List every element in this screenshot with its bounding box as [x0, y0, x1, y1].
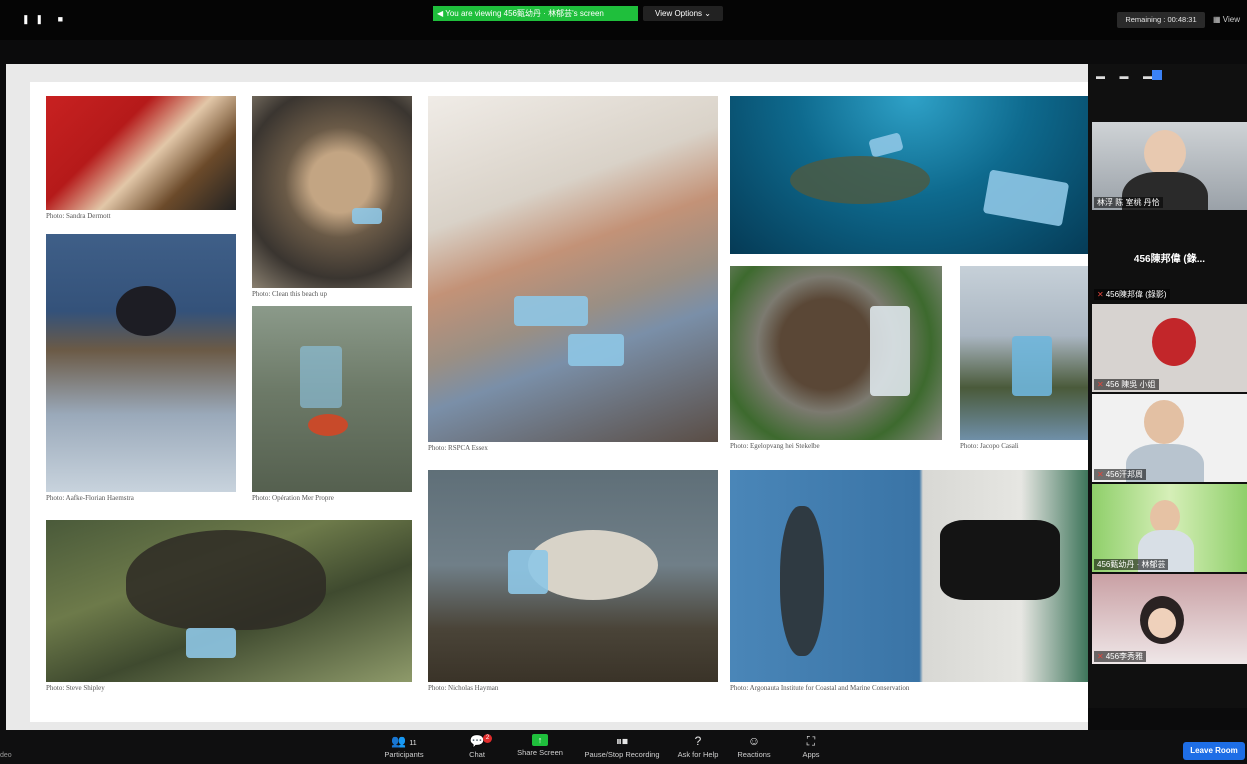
- help-icon: ?: [694, 734, 702, 748]
- video-tile[interactable]: 456甄幼丹 · 林郁芸: [1092, 484, 1247, 572]
- chat-button[interactable]: 💬 2 Chat: [462, 734, 492, 759]
- participant-name: 456甄幼丹 · 林郁芸: [1094, 559, 1169, 570]
- view-button[interactable]: ▦ View: [1213, 12, 1240, 28]
- view-options-button[interactable]: View Options ⌄: [643, 6, 723, 21]
- video-tile[interactable]: 456陳邦偉 (錄... ✕ 456陳邦偉 (錄影): [1092, 212, 1247, 302]
- caption: Photo: RSPCA Essex: [428, 444, 488, 452]
- pause-stop-recording-button[interactable]: ⏸⏹ Pause/Stop Recording: [578, 734, 666, 759]
- photo-duck-mask: [960, 266, 1094, 440]
- chat-badge: 2: [483, 734, 492, 743]
- leave-room-button[interactable]: Leave Room: [1183, 742, 1245, 760]
- caption: Photo: Opération Mer Propre: [252, 494, 334, 502]
- pause-share-icon[interactable]: ❚❚ ■: [22, 14, 69, 25]
- reactions-icon: ☺: [747, 734, 761, 748]
- photo-penguin-and-mask: [730, 470, 1094, 682]
- grid-view-icon[interactable]: [1152, 70, 1162, 80]
- participants-button[interactable]: 👥 11 Participants: [380, 734, 428, 759]
- photo-gull-held: [428, 96, 718, 442]
- video-label-fragment: deo: [0, 752, 12, 759]
- caption: Photo: Aafke-Florian Haemstra: [46, 494, 134, 502]
- photo-falcon-mask: [46, 520, 412, 682]
- caption: Photo: Clean this beach up: [252, 290, 328, 298]
- participant-name: ✕ 456汗邦周: [1094, 469, 1147, 480]
- caption: Photo: Sandra Dermott: [46, 212, 111, 220]
- caption: Photo: Steve Shipley: [46, 684, 105, 692]
- remaining-time: Remaining : 00:48:31: [1117, 12, 1205, 28]
- photo-gull-shore-mask: [428, 470, 718, 682]
- participant-gallery: ▬ ▬ ▬ 林浮 陈 室桃 丹恰 456陳邦偉 (錄... ✕ 456陳邦偉 (錄…: [1088, 64, 1247, 708]
- photo-crab-in-glove: [252, 306, 412, 492]
- photo-sea-turtle-masks: [730, 96, 1094, 254]
- slide: Photo: Sandra Dermott Photo: Clean this …: [30, 82, 1094, 722]
- top-bar: ❚❚ ■ ◀ You are viewing 456甄幼丹 · 林郁芸's sc…: [0, 0, 1247, 40]
- participants-icon: 👥 11: [391, 734, 417, 748]
- gallery-controls[interactable]: ▬ ▬ ▬: [1096, 71, 1158, 81]
- participant-name: 林浮 陈 室桃 丹恰: [1094, 197, 1163, 208]
- shared-screen: Photo: Sandra Dermott Photo: Clean this …: [6, 64, 1094, 730]
- apps-button[interactable]: ⛶ Apps: [798, 734, 824, 759]
- video-tile[interactable]: ✕ 456李秀雅: [1092, 574, 1247, 664]
- caption: Photo: Jacopo Casali: [960, 442, 1019, 450]
- photo-frog-with-mask: [252, 96, 412, 288]
- photo-bird-in-hands: [46, 96, 236, 210]
- photo-nest-with-mask: [46, 234, 236, 492]
- caption: Photo: Egelopvang hei Stekelbe: [730, 442, 820, 450]
- video-tile[interactable]: ✕ 456汗邦周: [1092, 394, 1247, 482]
- participant-name: ✕ 456李秀雅: [1094, 651, 1147, 662]
- caption: Photo: Argonauta Institute for Coastal a…: [730, 684, 910, 692]
- viewing-banner: ◀ You are viewing 456甄幼丹 · 林郁芸's screen: [433, 6, 638, 21]
- participant-name-large: 456陳邦偉 (錄...: [1133, 254, 1206, 265]
- video-tile[interactable]: 林浮 陈 室桃 丹恰: [1092, 122, 1247, 210]
- video-tile[interactable]: ✕ 456 陳吳 小姐: [1092, 304, 1247, 392]
- caption: Photo: Nicholas Hayman: [428, 684, 499, 692]
- meeting-toolbar: deo 👥 11 Participants 💬 2 Chat ↑ Share Sc…: [0, 730, 1247, 764]
- reactions-button[interactable]: ☺ Reactions: [734, 734, 774, 759]
- ask-for-help-button[interactable]: ? Ask for Help: [674, 734, 722, 759]
- participant-name: ✕ 456 陳吳 小姐: [1094, 379, 1159, 390]
- photo-hedgehog-mask: [730, 266, 942, 440]
- share-screen-icon: ↑: [532, 734, 548, 746]
- share-screen-button[interactable]: ↑ Share Screen: [514, 734, 566, 757]
- participant-name: ✕ 456陳邦偉 (錄影): [1094, 289, 1170, 300]
- apps-icon: ⛶: [806, 734, 816, 748]
- pause-stop-icon: ⏸⏹: [615, 734, 628, 748]
